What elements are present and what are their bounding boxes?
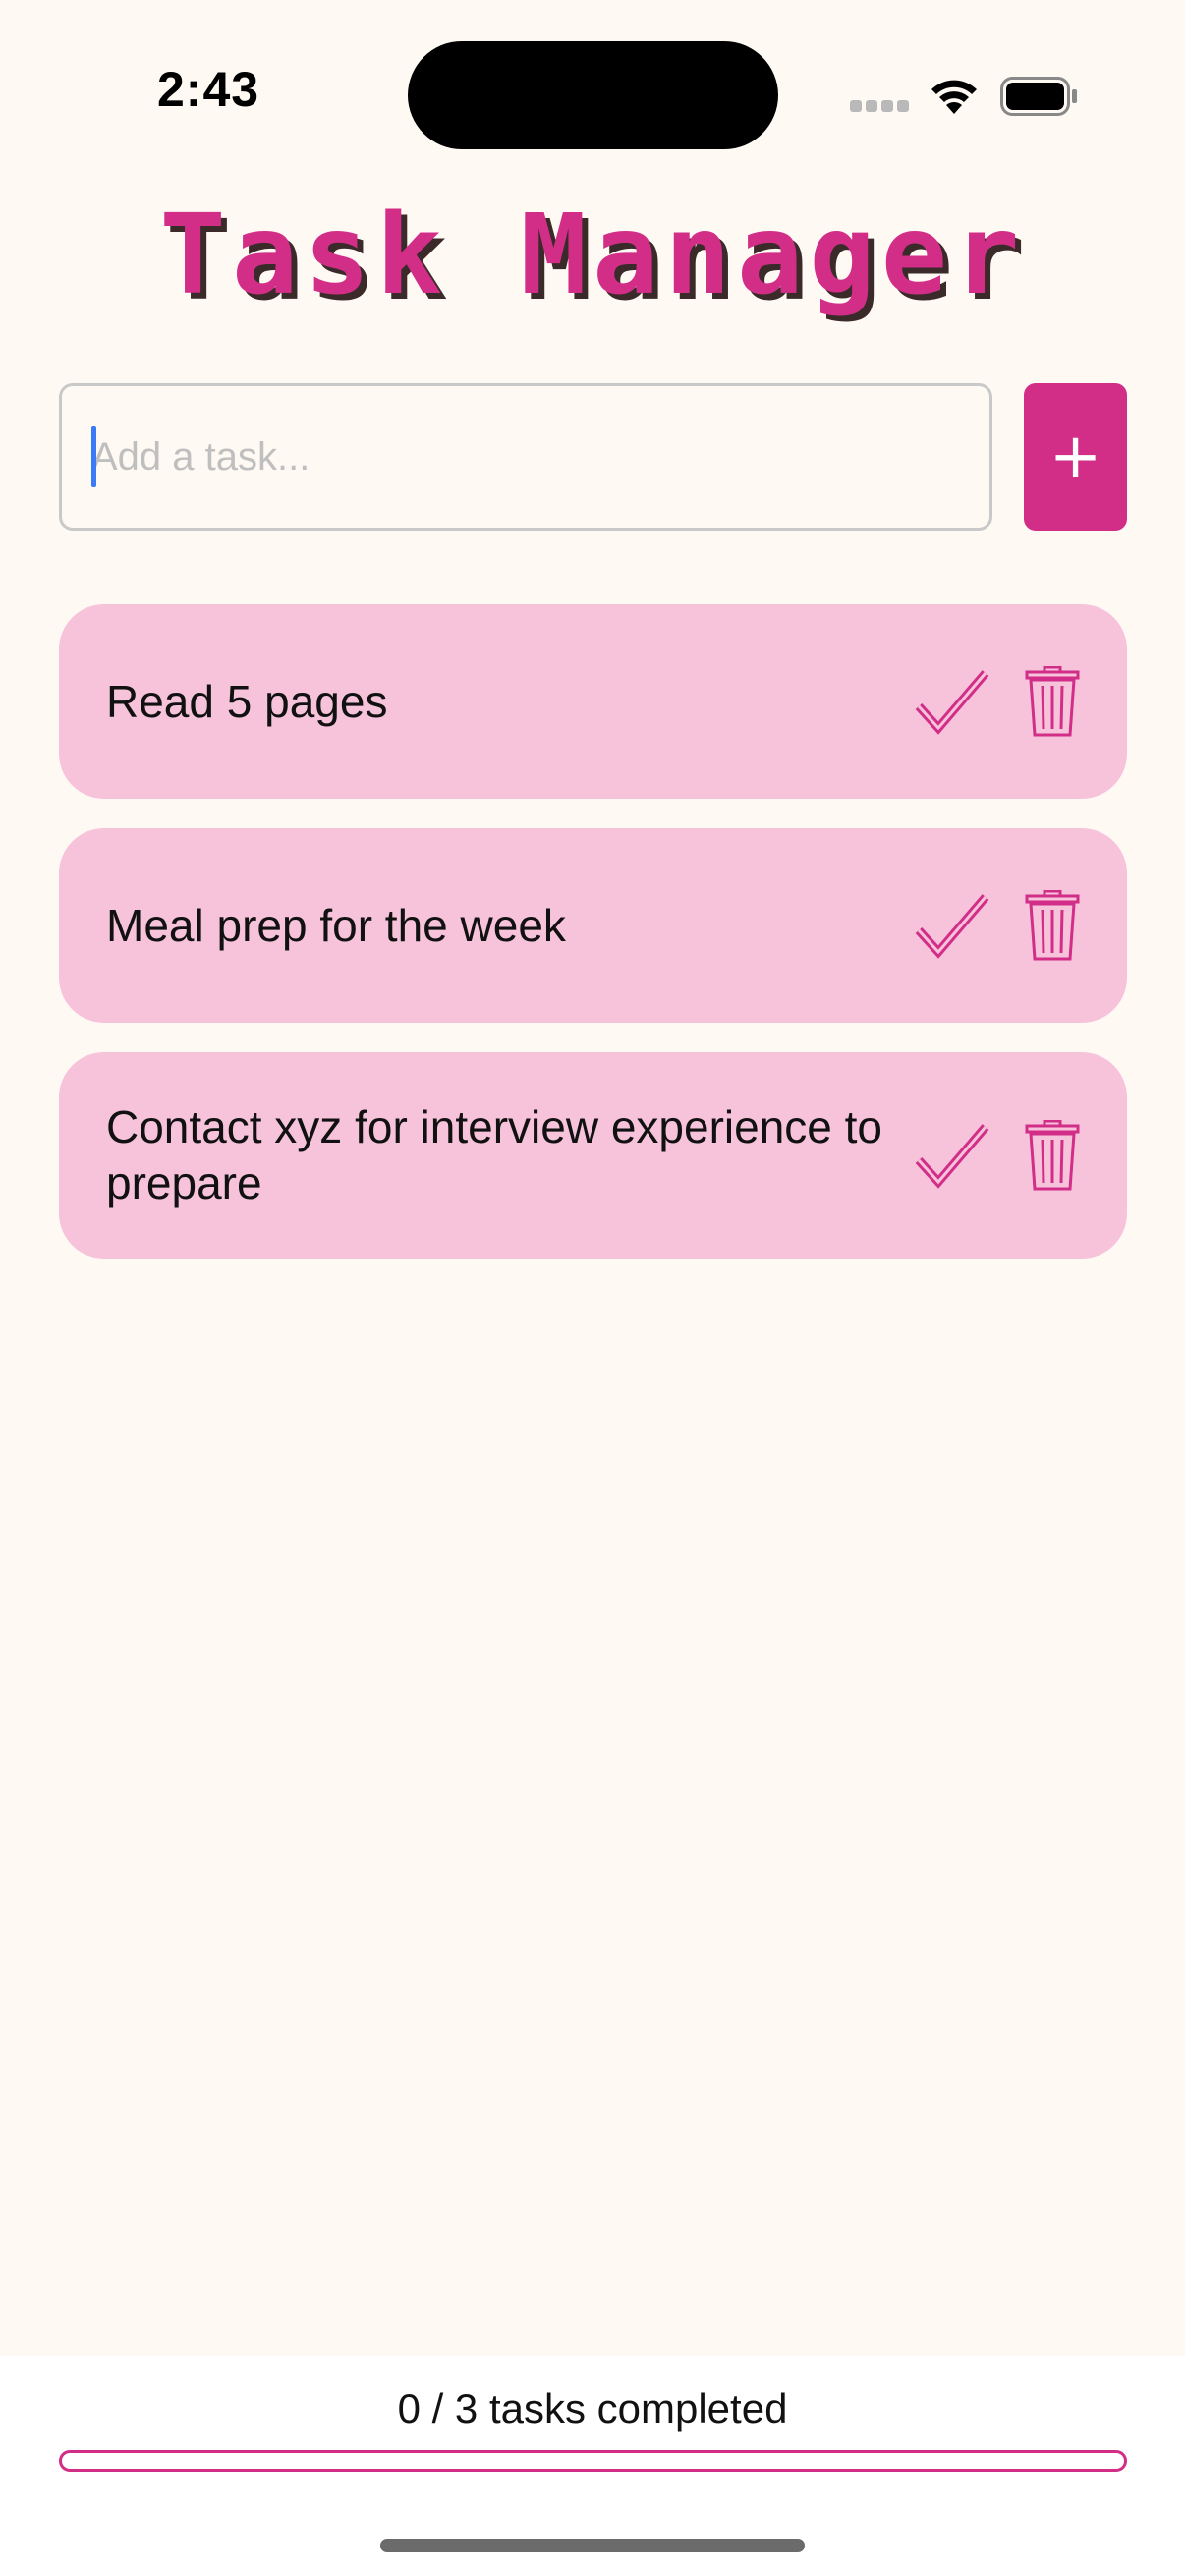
progress-footer: 0 / 3 tasks completed bbox=[0, 2356, 1185, 2576]
status-time: 2:43 bbox=[157, 62, 260, 117]
check-icon[interactable] bbox=[915, 667, 989, 736]
trash-icon[interactable] bbox=[1025, 666, 1080, 737]
trash-icon[interactable] bbox=[1025, 890, 1080, 961]
status-bar: 2:43 bbox=[0, 0, 1185, 187]
task-text: Contact xyz for interview experience to … bbox=[106, 1101, 883, 1208]
add-task-button[interactable]: + bbox=[1024, 383, 1127, 531]
check-icon[interactable] bbox=[915, 891, 989, 960]
cellular-signal-icon bbox=[850, 100, 911, 114]
task-item: Meal prep for the week bbox=[59, 828, 1127, 1023]
task-item: Read 5 pages bbox=[59, 604, 1127, 799]
text-cursor bbox=[91, 426, 96, 487]
wifi-icon bbox=[931, 80, 977, 114]
check-icon[interactable] bbox=[915, 1121, 989, 1190]
progress-text: 0 / 3 tasks completed bbox=[397, 2385, 788, 2432]
battery-icon bbox=[1000, 77, 1077, 116]
task-item: Contact xyz for interview experience to … bbox=[59, 1052, 1127, 1259]
task-text: Read 5 pages bbox=[106, 675, 388, 727]
task-list: Read 5 pages Meal prep for the week Cont… bbox=[59, 604, 1127, 1288]
home-indicator[interactable] bbox=[380, 2539, 805, 2552]
page-title: Task Manager bbox=[159, 192, 1026, 319]
task-text: Meal prep for the week bbox=[106, 899, 566, 951]
trash-icon[interactable] bbox=[1025, 1120, 1080, 1191]
add-task-input[interactable] bbox=[59, 383, 992, 531]
progress-bar bbox=[59, 2450, 1127, 2472]
dynamic-island bbox=[408, 41, 778, 149]
